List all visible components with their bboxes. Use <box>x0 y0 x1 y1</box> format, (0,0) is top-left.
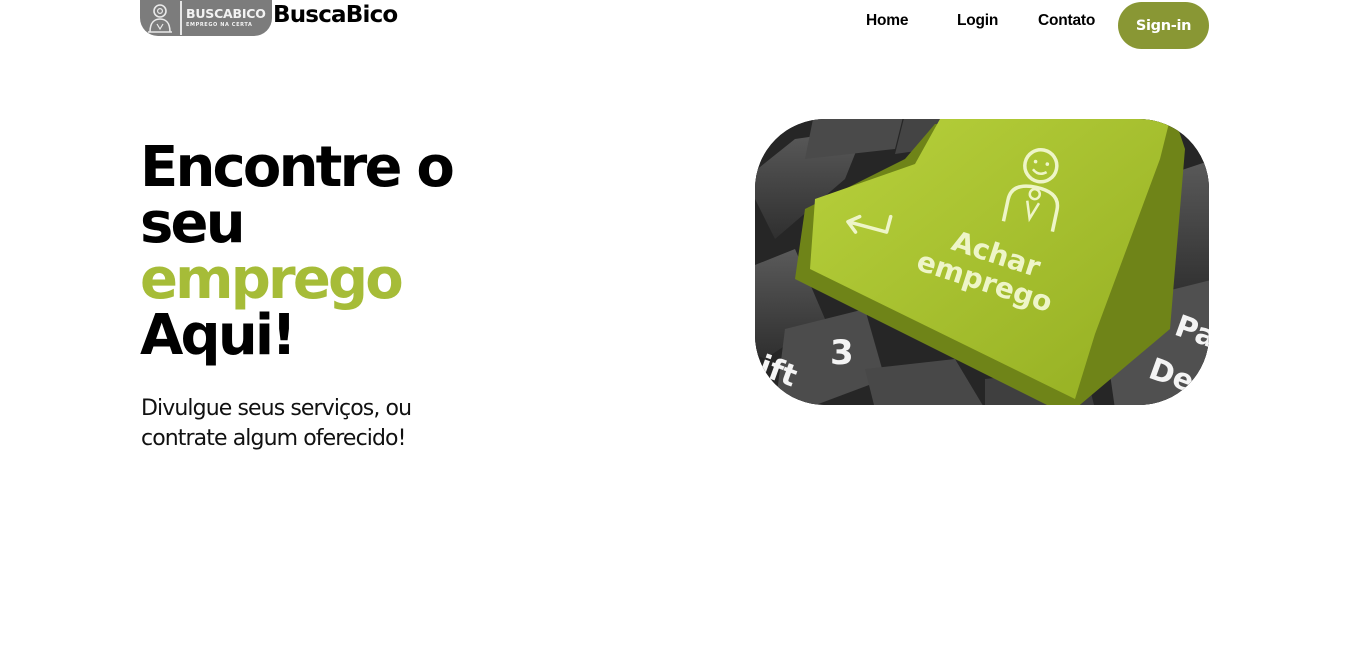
hero-title-line: Encontre o <box>140 135 455 200</box>
hero-subtitle-line: contrate algum oferecido! <box>141 426 406 451</box>
signin-button[interactable]: Sign-in <box>1118 2 1209 49</box>
side-key-label: 3 <box>830 333 854 373</box>
logo-text: BUSCABICO EMPREGO NA CERTA <box>186 8 266 28</box>
hero-subtitle-line: Divulgue seus serviços, ou <box>141 396 412 421</box>
landing-page: BUSCABICO EMPREGO NA CERTA BuscaBico Hom… <box>0 0 1349 650</box>
nav-link-home[interactable]: Home <box>866 12 908 30</box>
hero-title-line: seu <box>140 191 246 256</box>
logo-person-icon <box>140 0 180 36</box>
logo-badge[interactable]: BUSCABICO EMPREGO NA CERTA <box>140 0 272 36</box>
logo-divider <box>180 1 182 35</box>
brand-name[interactable]: BuscaBico <box>273 2 398 28</box>
logo-tagline: EMPREGO NA CERTA <box>186 21 253 28</box>
top-navbar: BUSCABICO EMPREGO NA CERTA BuscaBico Hom… <box>0 0 1349 50</box>
hero-keyboard-image: Achar emprego ift 3 Pa De <box>755 119 1209 405</box>
nav-link-contato[interactable]: Contato <box>1038 12 1095 30</box>
hero-title-line: Aqui! <box>140 303 297 368</box>
hero-title-accent: emprego <box>140 247 404 312</box>
hero-subtitle: Divulgue seus serviços, ou contrate algu… <box>141 394 461 454</box>
hero-title: Encontre o seu emprego Aqui! <box>140 135 455 368</box>
nav-link-login[interactable]: Login <box>957 12 998 30</box>
logo-wordmark: BUSCABICO <box>186 6 266 22</box>
